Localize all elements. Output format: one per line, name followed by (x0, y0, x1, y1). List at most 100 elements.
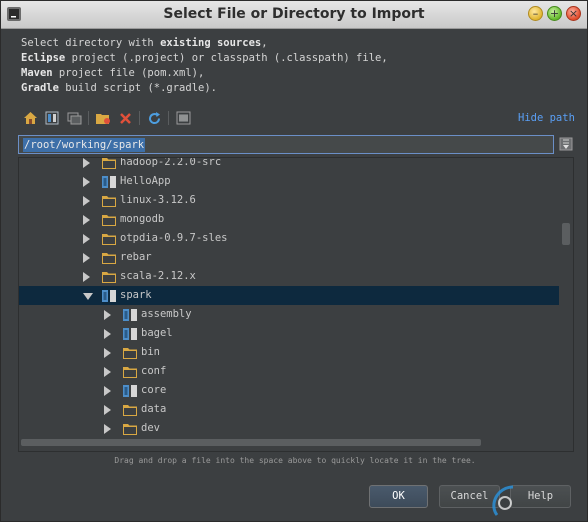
tree-row[interactable]: dev (19, 419, 559, 438)
horizontal-scrollbar[interactable] (21, 439, 481, 446)
maximize-icon: + (549, 7, 560, 20)
desc-line1-text: Select directory with (21, 37, 161, 49)
desc-line1-bold: existing sources (160, 37, 262, 49)
expand-arrow-icon[interactable] (104, 348, 111, 358)
tree-row[interactable]: linux-3.12.6 (19, 191, 559, 210)
toolbar-separator (88, 111, 89, 125)
tree-row-label: core (141, 384, 167, 396)
tree-row[interactable]: data (19, 400, 559, 419)
expand-arrow-icon[interactable] (83, 234, 90, 244)
delete-button[interactable] (116, 109, 134, 127)
delete-icon (119, 112, 131, 124)
show-hidden-icon (176, 111, 190, 125)
instructions-text: Select directory with existing sources, … (21, 36, 388, 96)
folder-icon (102, 196, 116, 207)
expand-arrow-icon[interactable] (83, 177, 90, 187)
vertical-scrollbar[interactable] (562, 223, 570, 245)
module-icon (123, 328, 137, 340)
tree-row[interactable]: conf (19, 362, 559, 381)
maximize-button[interactable]: + (547, 6, 562, 21)
module-icon (102, 176, 116, 188)
tree-row-label: dev (141, 422, 160, 434)
desc-line1-end: , (261, 37, 268, 49)
minimize-button[interactable]: – (528, 6, 543, 21)
expand-arrow-icon[interactable] (104, 329, 111, 339)
folder-icon (123, 405, 137, 416)
toolbar-separator (139, 111, 140, 125)
module-icon (123, 309, 137, 321)
watermark-logo (492, 485, 514, 516)
tree-row[interactable]: rebar (19, 248, 559, 267)
path-history-button[interactable] (558, 136, 574, 152)
tree-row-label: HelloApp (120, 175, 171, 187)
project-module-icon (45, 111, 59, 125)
new-folder-button[interactable] (94, 109, 112, 127)
expand-arrow-icon[interactable] (104, 424, 111, 434)
collapse-arrow-icon[interactable] (83, 293, 93, 300)
tree-row-label: mongodb (120, 213, 165, 225)
expand-arrow-icon[interactable] (104, 386, 111, 396)
expand-arrow-icon[interactable] (83, 272, 90, 282)
expand-arrow-icon[interactable] (104, 367, 111, 377)
expand-arrow-icon[interactable] (104, 310, 111, 320)
drag-drop-hint: Drag and drop a file into the space abov… (114, 456, 476, 465)
toolbar-separator (168, 111, 169, 125)
folder-icon (102, 158, 116, 169)
refresh-icon (148, 111, 160, 124)
tree-row-label: rebar (120, 251, 152, 263)
tree-row-label: otpdia-0.9.7-sles (120, 232, 228, 244)
home-button[interactable] (21, 109, 39, 127)
new-folder-icon (96, 114, 110, 124)
tree-row[interactable]: mongodb (19, 210, 559, 229)
path-input-value: /root/working/spark (23, 138, 146, 152)
tree-row[interactable]: core (19, 381, 559, 400)
tree-row-label: linux-3.12.6 (120, 194, 196, 206)
tree-row[interactable]: spark (19, 286, 559, 305)
tree-row-label: conf (141, 365, 167, 377)
folder-icon (123, 424, 137, 435)
show-hidden-button[interactable] (174, 109, 192, 127)
home-icon (23, 112, 37, 124)
tree-row[interactable]: scala-2.12.x (19, 267, 559, 286)
tree-row[interactable]: HelloApp (19, 172, 559, 191)
expand-arrow-icon[interactable] (83, 158, 90, 168)
expand-arrow-icon[interactable] (104, 405, 111, 415)
expand-arrow-icon[interactable] (83, 253, 90, 263)
desc-line3-text: project file (pom.xml), (52, 67, 205, 79)
desc-line2-bold: Eclipse (21, 52, 66, 64)
tree-row-label: spark (120, 289, 152, 301)
file-tree[interactable]: dev data core conf bin bagel assembly spark scal… (18, 157, 574, 452)
desc-line2-text: project (.project) or classpath (.classp… (65, 52, 388, 64)
folder-icon (102, 234, 116, 245)
module-icon (102, 290, 116, 302)
desc-line3-bold: Maven (21, 67, 53, 79)
tree-row[interactable]: bagel (19, 324, 559, 343)
refresh-button[interactable] (145, 109, 163, 127)
tree-row[interactable]: bin (19, 343, 559, 362)
tree-row[interactable]: otpdia-0.9.7-sles (19, 229, 559, 248)
tree-row-label: assembly (141, 308, 192, 320)
title-bar: Select File or Directory to Import – + × (1, 1, 587, 29)
desktop-button[interactable] (65, 109, 83, 127)
path-input[interactable]: /root/working/spark (18, 135, 554, 154)
project-home-button[interactable] (43, 109, 61, 127)
desc-line4-bold: Gradle (21, 82, 59, 94)
folder-icon (102, 272, 116, 283)
dialog-title: Select File or Directory to Import (163, 6, 425, 22)
close-button[interactable]: × (566, 6, 581, 21)
folder-icon (123, 348, 137, 359)
ok-button[interactable]: OK (369, 485, 428, 508)
close-icon: × (568, 7, 579, 20)
hide-path-link[interactable]: Hide path (518, 112, 575, 124)
minimize-icon: – (532, 7, 539, 20)
tree-row-label: bin (141, 346, 160, 358)
desktop-icon (67, 112, 81, 125)
folder-icon (102, 253, 116, 264)
tree-row-label: bagel (141, 327, 173, 339)
expand-arrow-icon[interactable] (83, 215, 90, 225)
tree-row[interactable]: hadoop-2.2.0-src (19, 158, 559, 172)
tree-row[interactable]: assembly (19, 305, 559, 324)
expand-arrow-icon[interactable] (83, 196, 90, 206)
tree-row-label: scala-2.12.x (120, 270, 196, 282)
import-dialog: Select File or Directory to Import – + ×… (0, 0, 588, 522)
